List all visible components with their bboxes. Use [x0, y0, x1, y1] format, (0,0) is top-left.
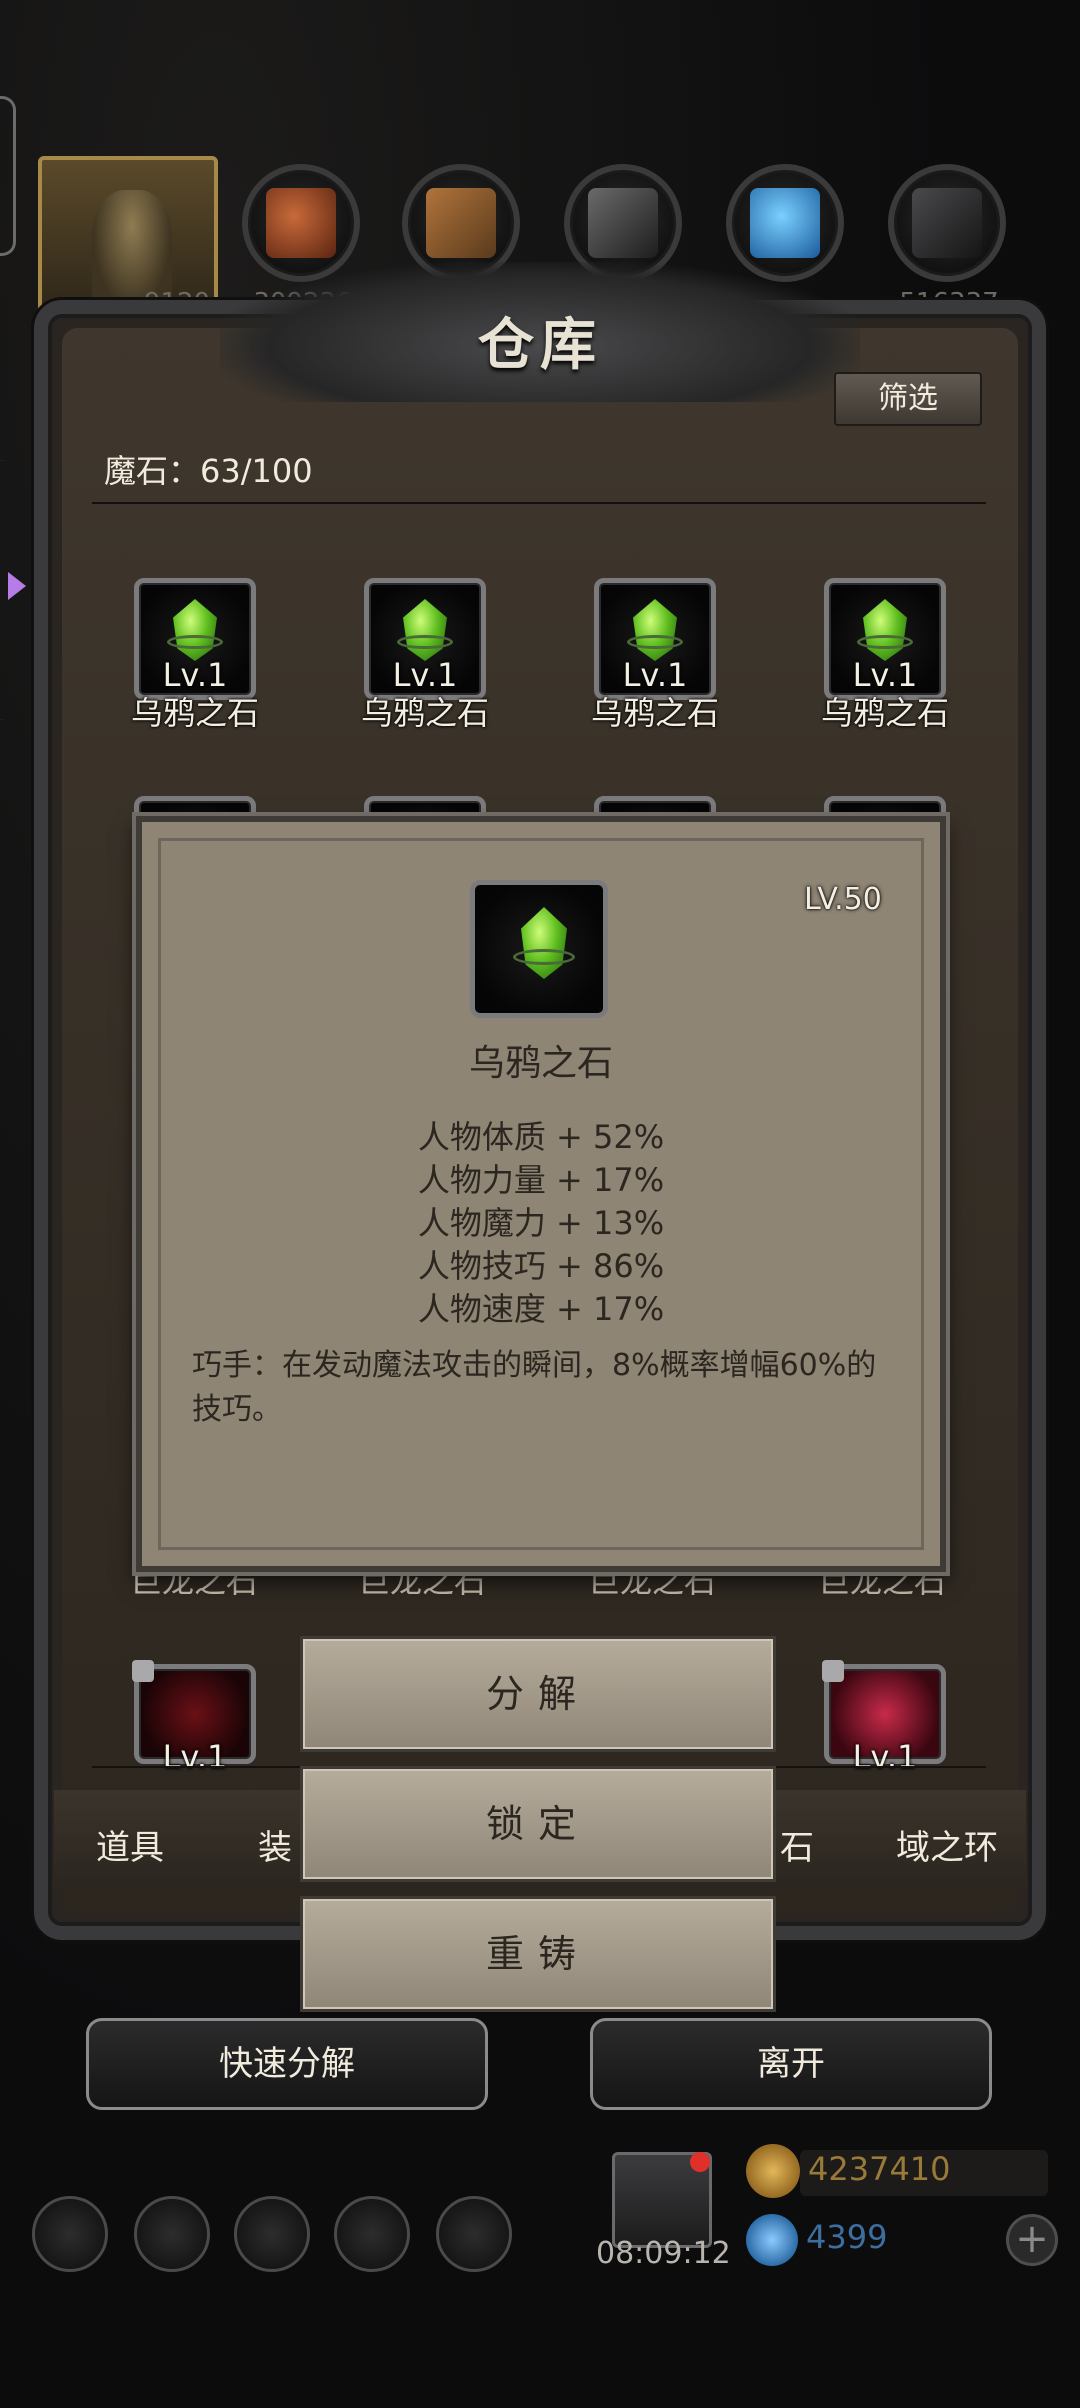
tab-items[interactable]: 道具	[96, 1820, 164, 1869]
stat-line: 人物魔力 + 13%	[417, 1204, 665, 1242]
gem-amount: 4399	[806, 2218, 888, 2256]
ranking-icon[interactable]	[234, 2196, 310, 2272]
gem-band	[513, 949, 575, 965]
item-detail-name: 乌鸦之石	[468, 1043, 613, 1084]
item-name: 乌鸦之石	[590, 694, 719, 732]
settings-icon[interactable]	[32, 2196, 108, 2272]
reforge-button[interactable]: 重铸	[300, 1896, 776, 2012]
gem-band	[397, 635, 453, 649]
chest-icon[interactable]	[436, 2196, 512, 2272]
leave-button[interactable]: 离开	[590, 2018, 992, 2110]
item-level: Lv.1	[162, 1738, 228, 1776]
stone-capacity-label: 魔石：63/100	[104, 452, 313, 490]
filter-button[interactable]: 筛选	[834, 372, 982, 426]
gem-band	[627, 635, 683, 649]
grid-item[interactable]: Lv.1 乌鸦之石	[114, 578, 264, 732]
item-level: Lv.1	[852, 1738, 918, 1776]
stat-line: 人物技巧 + 86%	[417, 1247, 665, 1285]
gem-band	[857, 635, 913, 649]
notification-dot	[690, 2152, 710, 2172]
crow-stone-icon	[173, 599, 217, 661]
badge-icon[interactable]	[134, 2196, 210, 2272]
item-name: 乌鸦之石	[360, 694, 489, 732]
side-drawer-tab[interactable]	[0, 96, 16, 256]
mail-icon[interactable]	[334, 2196, 410, 2272]
lock-button[interactable]: 锁定	[300, 1766, 776, 1882]
grid-item[interactable]: Lv.1 乌鸦之石	[574, 578, 724, 732]
side-expand-arrow-icon[interactable]	[8, 572, 26, 600]
stat-line: 人物力量 + 17%	[417, 1161, 665, 1199]
crow-stone-icon	[633, 599, 677, 661]
lock-icon	[132, 1660, 154, 1682]
lock-icon	[822, 1660, 844, 1682]
tab-equipment[interactable]: 装	[258, 1820, 292, 1869]
stat-line: 人物体质 + 52%	[417, 1118, 665, 1156]
add-currency-button[interactable]: +	[1006, 2214, 1058, 2266]
gem-band	[167, 635, 223, 649]
crow-stone-icon	[403, 599, 447, 661]
item-detail-icon	[470, 880, 608, 1018]
crow-stone-icon	[863, 599, 907, 661]
iron-resource-icon[interactable]	[888, 164, 1006, 282]
diamond-icon	[746, 2214, 798, 2266]
stat-line: 人物速度 + 17%	[417, 1290, 665, 1328]
crow-stone-icon	[521, 907, 567, 979]
tab-domain-rings[interactable]: 域之环	[896, 1820, 998, 1869]
decompose-button[interactable]: 分解	[300, 1636, 776, 1752]
item-name: 乌鸦之石	[820, 694, 949, 732]
quick-decompose-button[interactable]: 快速分解	[86, 2018, 488, 2110]
tab-stones[interactable]: 石	[780, 1820, 814, 1869]
grid-item[interactable]: Lv.1 乌鸦之石	[804, 578, 954, 732]
gold-amount: 4237410	[808, 2150, 951, 2188]
gift-timer: 08:09:12	[596, 2236, 731, 2271]
grid-item[interactable]: Lv.1 乌鸦之石	[344, 578, 494, 732]
divider	[92, 502, 986, 504]
gold-coin-icon	[746, 2144, 800, 2198]
item-name: 乌鸦之石	[130, 694, 259, 732]
page-title: 仓库	[478, 312, 602, 378]
item-skill-description: 巧手：在发动魔法攻击的瞬间，8%概率增幅60%的技巧。	[192, 1348, 877, 1427]
item-detail-level: LV.50	[804, 882, 882, 917]
